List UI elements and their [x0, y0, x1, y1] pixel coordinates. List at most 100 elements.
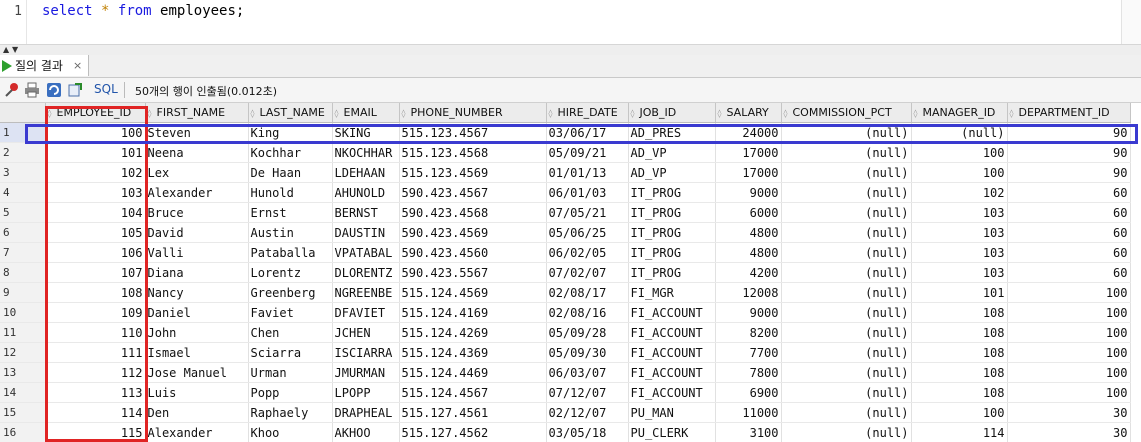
- cell-manager-id[interactable]: 103: [911, 242, 1008, 263]
- column-header-manager-id[interactable]: ◊ MANAGER_ID: [911, 103, 1008, 123]
- cell-job-id[interactable]: FI_ACCOUNT: [628, 382, 716, 403]
- sort-icon[interactable]: ◊: [1010, 109, 1019, 118]
- cell-email[interactable]: VPATABAL: [332, 242, 400, 263]
- cell-phone-number[interactable]: 515.124.4369: [399, 342, 547, 363]
- column-header-last-name[interactable]: ◊ LAST_NAME: [248, 103, 333, 123]
- table-row[interactable]: 6 105 David Austin DAUSTIN 590.423.4569 05/06/…: [0, 222, 1131, 243]
- cell-commission-pct[interactable]: (null): [781, 162, 912, 183]
- row-number[interactable]: 2: [0, 142, 46, 163]
- cell-last-name[interactable]: Hunold: [248, 182, 333, 203]
- cell-last-name[interactable]: Greenberg: [248, 282, 333, 303]
- cell-department-id[interactable]: 30: [1007, 402, 1131, 423]
- cell-last-name[interactable]: Ernst: [248, 202, 333, 223]
- cell-hire-date[interactable]: 06/02/05: [546, 242, 629, 263]
- cell-job-id[interactable]: AD_VP: [628, 162, 716, 183]
- cell-email[interactable]: AKHOO: [332, 422, 400, 442]
- cell-email[interactable]: ISCIARRA: [332, 342, 400, 363]
- cell-manager-id[interactable]: 100: [911, 402, 1008, 423]
- sort-icon[interactable]: ◊: [914, 109, 923, 118]
- table-row[interactable]: 3 102 Lex De Haan LDEHAAN 515.123.4569 01/01/1…: [0, 162, 1131, 183]
- cell-email[interactable]: AHUNOLD: [332, 182, 400, 203]
- cell-hire-date[interactable]: 05/09/30: [546, 342, 629, 363]
- cell-phone-number[interactable]: 515.124.4169: [399, 302, 547, 323]
- sort-icon[interactable]: ◊: [631, 109, 640, 118]
- cell-last-name[interactable]: Faviet: [248, 302, 333, 323]
- cell-manager-id[interactable]: 100: [911, 142, 1008, 163]
- cell-manager-id[interactable]: 108: [911, 362, 1008, 383]
- table-row[interactable]: 5 104 Bruce Ernst BERNST 590.423.4568 07/05/21…: [0, 202, 1131, 223]
- cell-first-name[interactable]: Bruce: [145, 202, 249, 223]
- cell-hire-date[interactable]: 07/12/07: [546, 382, 629, 403]
- cell-email[interactable]: DAUSTIN: [332, 222, 400, 243]
- row-number[interactable]: 9: [0, 282, 46, 303]
- cell-phone-number[interactable]: 515.123.4569: [399, 162, 547, 183]
- cell-salary[interactable]: 17000: [715, 162, 782, 183]
- cell-email[interactable]: NKOCHHAR: [332, 142, 400, 163]
- cell-phone-number[interactable]: 590.423.4567: [399, 182, 547, 203]
- sort-icon[interactable]: ◊: [335, 109, 344, 118]
- cell-email[interactable]: DLORENTZ: [332, 262, 400, 283]
- cell-first-name[interactable]: Lex: [145, 162, 249, 183]
- cell-email[interactable]: JCHEN: [332, 322, 400, 343]
- cell-commission-pct[interactable]: (null): [781, 262, 912, 283]
- cell-commission-pct[interactable]: (null): [781, 302, 912, 323]
- cell-manager-id[interactable]: 108: [911, 342, 1008, 363]
- cell-job-id[interactable]: IT_PROG: [628, 262, 716, 283]
- cell-phone-number[interactable]: 515.124.4569: [399, 282, 547, 303]
- cell-email[interactable]: JMURMAN: [332, 362, 400, 383]
- cell-department-id[interactable]: 100: [1007, 342, 1131, 363]
- cell-commission-pct[interactable]: (null): [781, 322, 912, 343]
- cell-department-id[interactable]: 100: [1007, 382, 1131, 403]
- cell-job-id[interactable]: IT_PROG: [628, 242, 716, 263]
- cell-commission-pct[interactable]: (null): [781, 142, 912, 163]
- cell-email[interactable]: DRAPHEAL: [332, 402, 400, 423]
- table-row[interactable]: 10 109 Daniel Faviet DFAVIET 515.124.4169 02/0…: [0, 302, 1131, 323]
- cell-commission-pct[interactable]: (null): [781, 242, 912, 263]
- cell-job-id[interactable]: FI_ACCOUNT: [628, 322, 716, 343]
- cell-salary[interactable]: 6900: [715, 382, 782, 403]
- cell-phone-number[interactable]: 590.423.4569: [399, 222, 547, 243]
- cell-email[interactable]: BERNST: [332, 202, 400, 223]
- cell-last-name[interactable]: Chen: [248, 322, 333, 343]
- cell-email[interactable]: LPOPP: [332, 382, 400, 403]
- sort-icon[interactable]: ◊: [549, 109, 558, 118]
- cell-department-id[interactable]: 90: [1007, 142, 1131, 163]
- cell-first-name[interactable]: Nancy: [145, 282, 249, 303]
- column-header-hire-date[interactable]: ◊ HIRE_DATE: [546, 103, 629, 123]
- cell-salary[interactable]: 7700: [715, 342, 782, 363]
- collapse-down-icon[interactable]: ▼: [12, 45, 18, 54]
- column-header-phone-number[interactable]: ◊ PHONE_NUMBER: [399, 103, 547, 123]
- cell-phone-number[interactable]: 515.127.4562: [399, 422, 547, 442]
- cell-hire-date[interactable]: 07/02/07: [546, 262, 629, 283]
- row-number[interactable]: 3: [0, 162, 46, 183]
- cell-job-id[interactable]: IT_PROG: [628, 182, 716, 203]
- cell-manager-id[interactable]: 103: [911, 202, 1008, 223]
- cell-hire-date[interactable]: 05/09/28: [546, 322, 629, 343]
- table-row[interactable]: 12 111 Ismael Sciarra ISCIARRA 515.124.4369 05…: [0, 342, 1131, 363]
- cell-salary[interactable]: 4800: [715, 222, 782, 243]
- cell-department-id[interactable]: 60: [1007, 262, 1131, 283]
- cell-phone-number[interactable]: 590.423.5567: [399, 262, 547, 283]
- cell-salary[interactable]: 4200: [715, 262, 782, 283]
- row-number[interactable]: 4: [0, 182, 46, 203]
- row-number[interactable]: 11: [0, 322, 46, 343]
- cell-last-name[interactable]: De Haan: [248, 162, 333, 183]
- cell-hire-date[interactable]: 05/09/21: [546, 142, 629, 163]
- export-icon[interactable]: [67, 82, 83, 98]
- row-number[interactable]: 12: [0, 342, 46, 363]
- cell-first-name[interactable]: Daniel: [145, 302, 249, 323]
- cell-salary[interactable]: 8200: [715, 322, 782, 343]
- cell-last-name[interactable]: Kochhar: [248, 142, 333, 163]
- cell-hire-date[interactable]: 02/08/17: [546, 282, 629, 303]
- pin-icon[interactable]: [4, 82, 20, 98]
- cell-job-id[interactable]: IT_PROG: [628, 222, 716, 243]
- cell-department-id[interactable]: 100: [1007, 282, 1131, 303]
- cell-manager-id[interactable]: 108: [911, 322, 1008, 343]
- cell-last-name[interactable]: Austin: [248, 222, 333, 243]
- tab-query-result[interactable]: 질의 결과 ×: [0, 55, 90, 76]
- cell-first-name[interactable]: Valli: [145, 242, 249, 263]
- collapse-up-icon[interactable]: ▲: [3, 45, 9, 54]
- cell-first-name[interactable]: Neena: [145, 142, 249, 163]
- cell-first-name[interactable]: Den: [145, 402, 249, 423]
- row-number[interactable]: 7: [0, 242, 46, 263]
